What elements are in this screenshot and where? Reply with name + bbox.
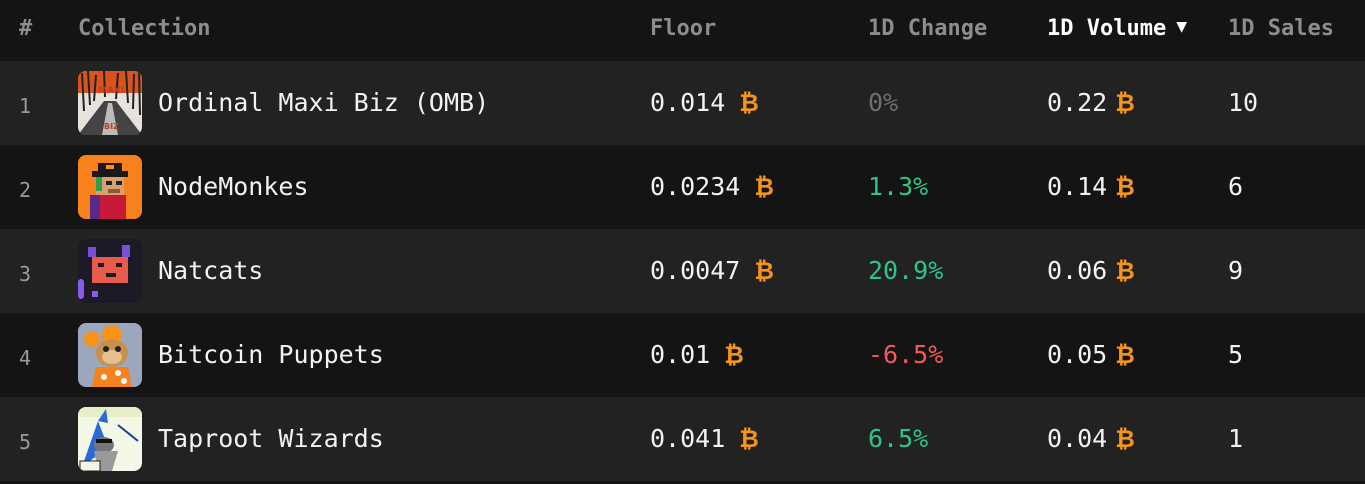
table-row[interactable]: 3 Natcats 0.0047 ₿ 20.9% 0.06 ₿ 9 <box>0 229 1365 313</box>
bitcoin-icon: ₿ <box>754 257 774 285</box>
svg-text:BIZ: BIZ <box>104 122 119 131</box>
table-row[interactable]: 2 NodeMonkes 0.0234 ₿ 1.3% 0.14 ₿ 6 <box>0 145 1365 229</box>
change-value: 20.9% <box>868 256 944 285</box>
row-rank: 4 <box>19 346 32 370</box>
svg-text:MAXI: MAXI <box>98 86 124 96</box>
taproot-wizards-thumbnail-icon <box>78 407 142 471</box>
omb-thumbnail-icon: MAXI BIZ <box>78 71 142 135</box>
volume-value: 0.06 ₿ <box>1047 255 1135 287</box>
volume-value: 0.22 ₿ <box>1047 87 1135 119</box>
floor-value: 0.014 <box>650 88 726 117</box>
floor-price: 0.014 ₿ <box>650 87 759 119</box>
bitcoin-icon: ₿ <box>754 173 774 201</box>
floor-value: 0.0234 <box>650 172 741 201</box>
collections-table: # Collection Floor 1D Change 1D Volume ▼ … <box>0 0 1365 484</box>
sales-value: 10 <box>1228 88 1259 117</box>
volume-amount: 0.22 <box>1047 88 1108 117</box>
collection-name[interactable]: Taproot Wizards <box>158 423 384 455</box>
floor-price: 0.041 ₿ <box>650 423 759 455</box>
bitcoin-icon: ₿ <box>1115 341 1135 369</box>
floor-value: 0.041 <box>650 424 726 453</box>
bitcoin-icon: ₿ <box>1115 257 1135 285</box>
floor-price: 0.0047 ₿ <box>650 255 774 287</box>
table-row[interactable]: 5 Taproot Wizards 0.041 ₿ 6.5% 0.04 ₿ 1 <box>0 397 1365 481</box>
nodemonkes-thumbnail-icon <box>78 155 142 219</box>
table-row[interactable]: 1 MAXI BIZ Ordinal Maxi Biz (OMB) 0.014 ₿… <box>0 61 1365 145</box>
bitcoin-puppets-thumbnail-icon <box>78 323 142 387</box>
bitcoin-icon: ₿ <box>739 425 759 453</box>
row-rank: 5 <box>19 430 32 454</box>
bitcoin-icon: ₿ <box>739 89 759 117</box>
floor-value: 0.01 <box>650 340 711 369</box>
change-value: -6.5% <box>868 340 944 369</box>
floor-price: 0.0234 ₿ <box>650 171 774 203</box>
sales-value: 9 <box>1228 256 1244 285</box>
header-change[interactable]: 1D Change <box>868 15 987 43</box>
volume-amount: 0.04 <box>1047 424 1108 453</box>
collection-name[interactable]: Ordinal Maxi Biz (OMB) <box>158 87 489 119</box>
bitcoin-icon: ₿ <box>1115 89 1135 117</box>
header-collection[interactable]: Collection <box>78 15 210 43</box>
sales-value: 5 <box>1228 340 1244 369</box>
row-rank: 1 <box>19 94 32 118</box>
header-sales[interactable]: 1D Sales <box>1228 15 1334 43</box>
table-row[interactable]: 4 Bitcoin Puppets 0.01 ₿ -6.5% 0.05 ₿ 5 <box>0 313 1365 397</box>
volume-value: 0.05 ₿ <box>1047 339 1135 371</box>
row-rank: 3 <box>19 262 32 286</box>
bitcoin-icon: ₿ <box>1115 425 1135 453</box>
volume-amount: 0.05 <box>1047 340 1108 369</box>
change-value: 1.3% <box>868 172 929 201</box>
sales-value: 6 <box>1228 172 1244 201</box>
floor-price: 0.01 ₿ <box>650 339 744 371</box>
change-value: 6.5% <box>868 424 929 453</box>
collection-name[interactable]: Natcats <box>158 255 263 287</box>
row-rank: 2 <box>19 178 32 202</box>
bitcoin-icon: ₿ <box>724 341 744 369</box>
bitcoin-icon: ₿ <box>1115 173 1135 201</box>
volume-amount: 0.06 <box>1047 256 1108 285</box>
collection-name[interactable]: NodeMonkes <box>158 171 309 203</box>
header-volume[interactable]: 1D Volume ▼ <box>1047 15 1187 44</box>
sales-value: 1 <box>1228 424 1244 453</box>
natcats-thumbnail-icon <box>78 239 142 303</box>
change-value: 0% <box>868 88 899 117</box>
volume-value: 0.14 ₿ <box>1047 171 1135 203</box>
header-volume-label: 1D Volume <box>1047 16 1167 41</box>
sort-desc-icon: ▼ <box>1176 16 1188 37</box>
collection-name[interactable]: Bitcoin Puppets <box>158 339 384 371</box>
header-floor[interactable]: Floor <box>650 15 716 43</box>
volume-value: 0.04 ₿ <box>1047 423 1135 455</box>
table-header: # Collection Floor 1D Change 1D Volume ▼ … <box>0 0 1365 58</box>
volume-amount: 0.14 <box>1047 172 1108 201</box>
header-rank[interactable]: # <box>19 15 32 43</box>
floor-value: 0.0047 <box>650 256 741 285</box>
